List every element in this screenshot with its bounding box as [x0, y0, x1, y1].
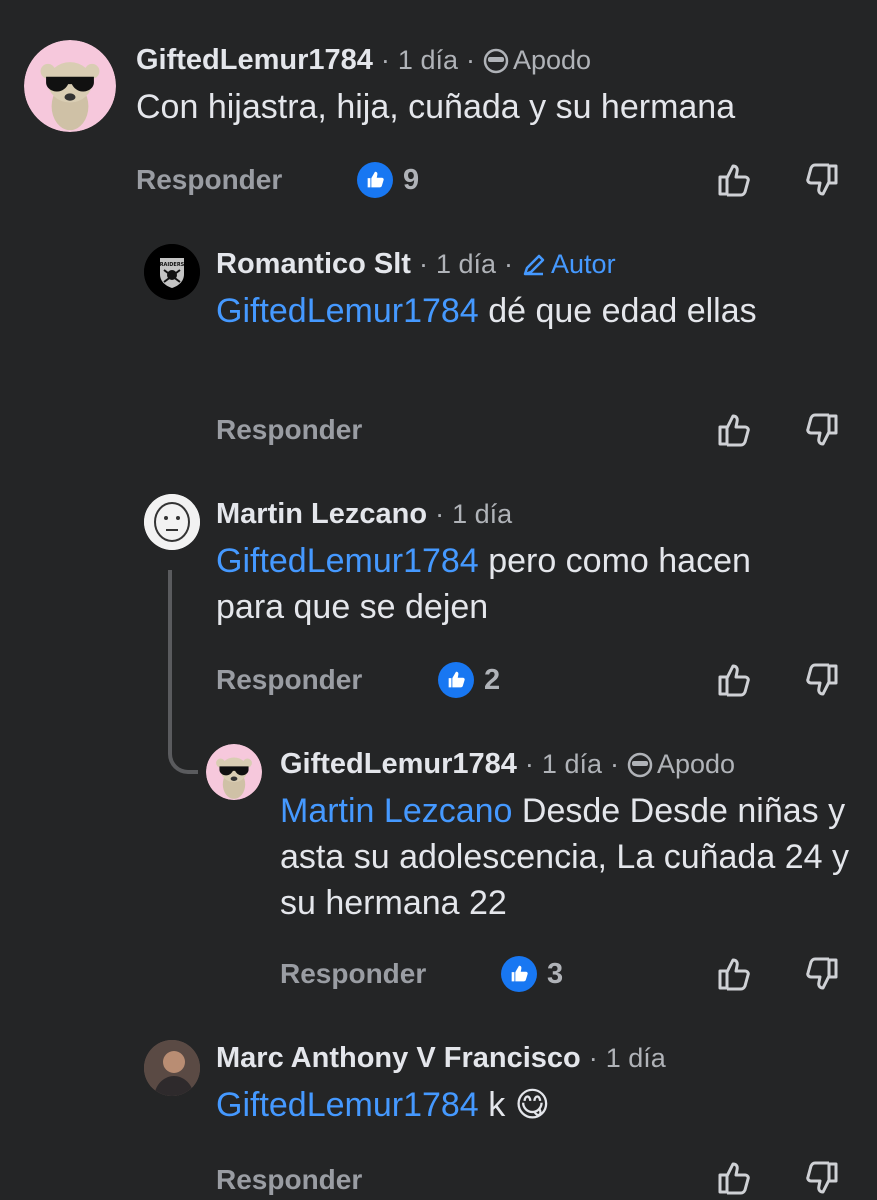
thumbs-up-outline-icon[interactable] [714, 660, 754, 700]
author-name[interactable]: Romantico Slt [216, 248, 411, 281]
badge-label: Apodo [512, 45, 592, 75]
thumbs-up-outline-icon[interactable] [714, 954, 754, 994]
lemur-avatar-icon [206, 744, 262, 800]
comment-text: GiftedLemur1784 dé que edad ellas [216, 288, 796, 334]
comment-meta: GiftedLemur1784 · 1 día · Apodo [280, 748, 735, 781]
comment-text: Con hijastra, hija, cuñada y su hermana [136, 84, 735, 130]
thumbs-down-outline-icon[interactable] [802, 660, 842, 700]
thumbs-down-outline-icon[interactable] [802, 160, 842, 200]
meme-face-icon [144, 494, 200, 550]
separator: · [609, 749, 619, 779]
mention-link[interactable]: GiftedLemur1784 [216, 292, 479, 330]
separator: · [465, 45, 475, 75]
comment-actions: Responder [0, 1150, 877, 1200]
author-name[interactable]: GiftedLemur1784 [136, 44, 373, 77]
like-count-value: 3 [547, 957, 564, 990]
avatar[interactable]: RAIDERS [144, 244, 200, 300]
like-count[interactable]: 9 [357, 162, 419, 198]
comment-actions: Responder 3 [0, 950, 877, 1000]
reply-button[interactable]: Responder [216, 664, 362, 696]
comment-meta: Martin Lezcano · 1 día [216, 498, 512, 531]
thumbs-up-icon [357, 162, 393, 198]
comment-body: k 😋 [488, 1086, 551, 1124]
autor-badge: Autor [521, 249, 616, 280]
author-name[interactable]: Marc Anthony V Francisco [216, 1042, 581, 1075]
timestamp: 1 día [397, 45, 458, 75]
separator: · [588, 1043, 598, 1073]
separator: · [524, 749, 534, 779]
avatar[interactable] [24, 40, 116, 132]
separator: · [380, 45, 390, 75]
comment-meta: Romantico Slt · 1 día · Autor [216, 248, 616, 281]
reply-button[interactable]: Responder [280, 958, 426, 990]
reply-button[interactable]: Responder [136, 164, 282, 196]
separator: · [435, 499, 445, 529]
thumbs-up-icon [501, 956, 537, 992]
timestamp: 1 día [605, 1043, 666, 1073]
comment-text: Martin Lezcano Desde Desde niñas y asta … [280, 788, 850, 926]
timestamp: 1 día [452, 499, 513, 529]
badge-label: Apodo [656, 749, 736, 779]
comment-actions: Responder [0, 406, 877, 456]
like-count-value: 2 [484, 663, 501, 696]
comment-meta: Marc Anthony V Francisco · 1 día [216, 1042, 666, 1075]
like-count[interactable]: 2 [438, 662, 500, 698]
thumbs-up-outline-icon[interactable] [714, 410, 754, 450]
pencil-icon [523, 254, 545, 275]
thumbs-up-outline-icon[interactable] [714, 1158, 754, 1198]
reply-button[interactable]: Responder [216, 1164, 362, 1196]
raiders-shield-icon: RAIDERS [144, 244, 200, 300]
apodo-badge: Apodo [627, 749, 735, 780]
lemur-avatar-icon [24, 40, 116, 132]
thumbs-down-outline-icon[interactable] [802, 1158, 842, 1198]
thumbs-down-outline-icon[interactable] [802, 410, 842, 450]
author-name[interactable]: Martin Lezcano [216, 498, 427, 531]
avatar[interactable] [206, 744, 262, 800]
comment-text: GiftedLemur1784 pero como hacen para que… [216, 538, 796, 630]
comment-body: Con hijastra, hija, cuñada y su hermana [136, 88, 736, 126]
avatar[interactable] [144, 494, 200, 550]
separator: · [504, 249, 514, 279]
author-name[interactable]: GiftedLemur1784 [280, 748, 517, 781]
sunglasses-face-icon [483, 48, 509, 73]
person-photo-icon [144, 1040, 200, 1096]
timestamp: 1 día [435, 249, 497, 279]
like-count[interactable]: 3 [501, 956, 563, 992]
avatar[interactable] [144, 1040, 200, 1096]
mention-link[interactable]: GiftedLemur1784 [216, 542, 479, 580]
comment-actions: Responder 9 [0, 156, 877, 206]
thumbs-down-outline-icon[interactable] [802, 954, 842, 994]
separator: · [418, 249, 428, 279]
like-count-value: 9 [403, 163, 420, 196]
comment-body: dé que edad ellas [488, 292, 757, 330]
mention-link[interactable]: GiftedLemur1784 [216, 1086, 479, 1124]
mention-link[interactable]: Martin Lezcano [280, 792, 512, 830]
comment-meta: GiftedLemur1784 · 1 día · Apodo [136, 44, 591, 77]
apodo-badge: Apodo [483, 45, 591, 76]
badge-label: Autor [551, 249, 616, 279]
svg-text:RAIDERS: RAIDERS [160, 262, 185, 268]
comment-text: GiftedLemur1784 k 😋 [216, 1082, 816, 1128]
comment-actions: Responder 2 [0, 656, 877, 706]
reply-button[interactable]: Responder [216, 414, 362, 446]
sunglasses-face-icon [627, 752, 653, 777]
timestamp: 1 día [541, 749, 602, 779]
thumbs-up-outline-icon[interactable] [714, 160, 754, 200]
thumbs-up-icon [438, 662, 474, 698]
